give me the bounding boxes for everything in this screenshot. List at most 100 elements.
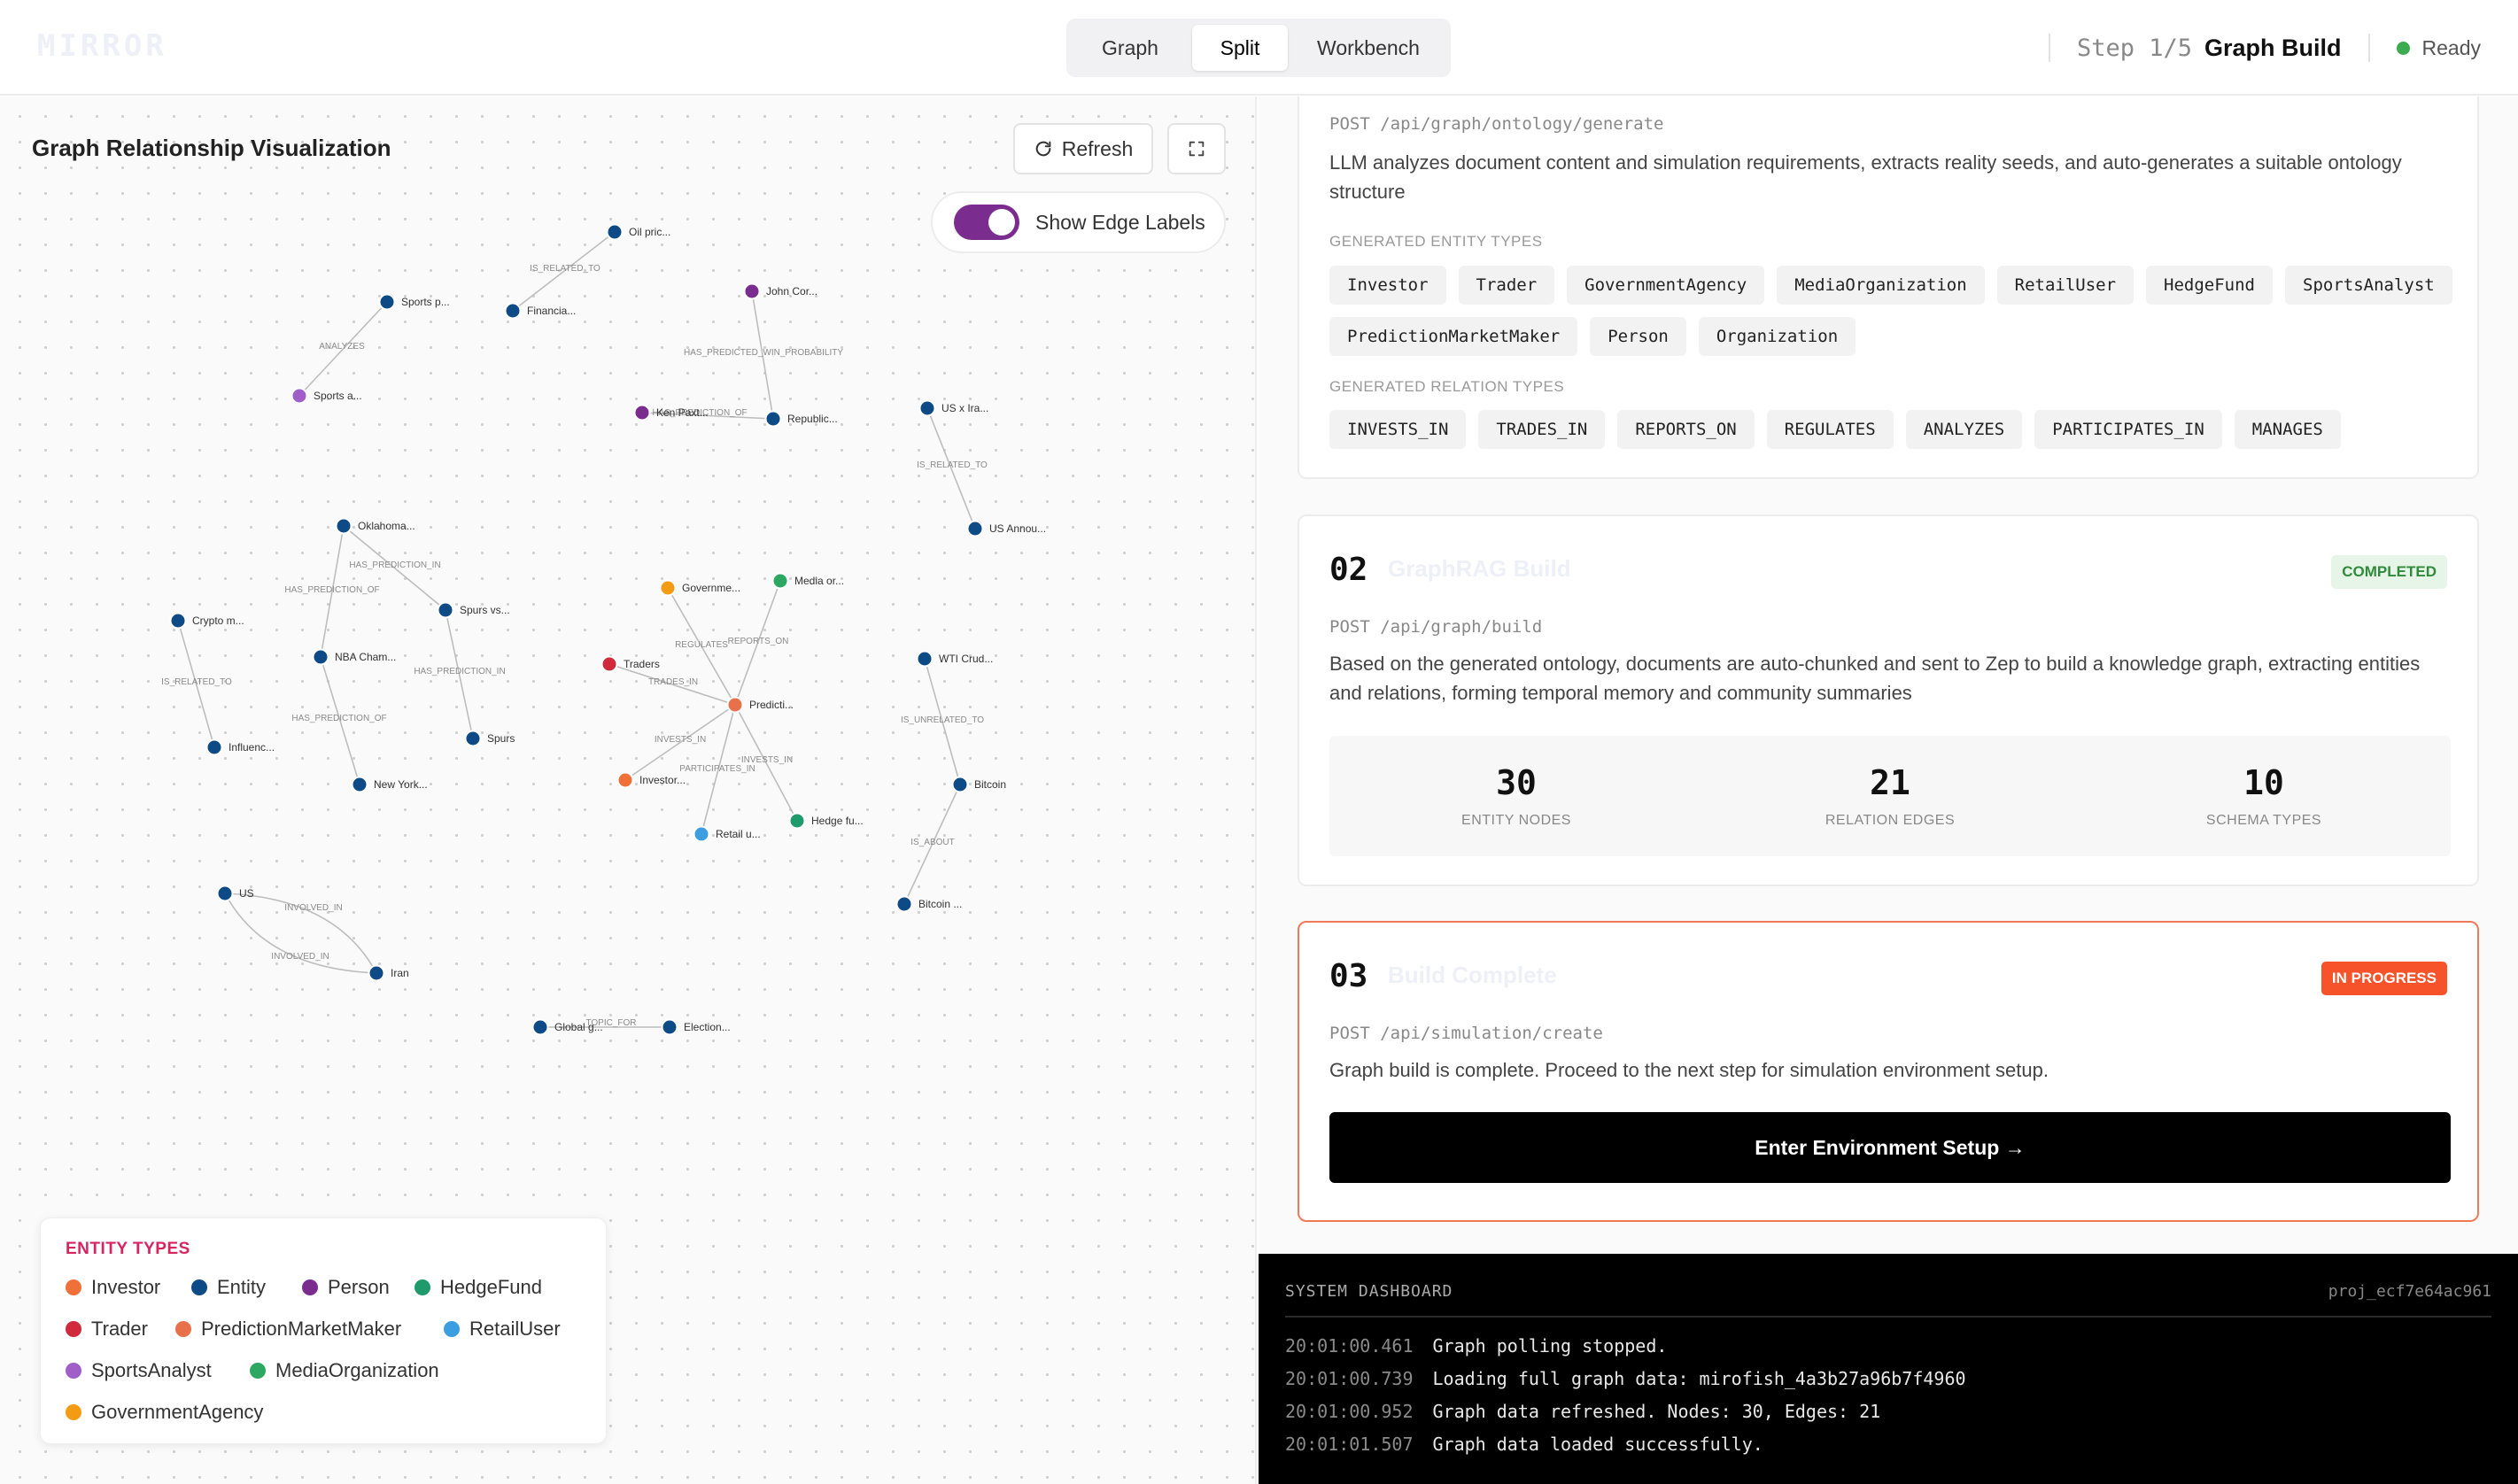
edge-label: HAS_PREDICTION_OF [291, 714, 386, 723]
legend-label: RetailUser [469, 1318, 561, 1340]
legend-label: PredictionMarketMaker [201, 1318, 402, 1340]
log-line: 20:01:01.507 Graph data loaded successful… [1285, 1434, 1763, 1455]
view-graph-button[interactable]: Graph [1073, 25, 1187, 71]
dashboard-title: SYSTEM DASHBOARD [1285, 1282, 1453, 1301]
stat-value: 21 [1870, 763, 1910, 802]
stat-value: 30 [1496, 763, 1537, 802]
system-dashboard: SYSTEM DASHBOARD proj_ecf7e64ac961 20:01… [1259, 1254, 2518, 1484]
type-tag: REGULATES [1766, 410, 1894, 449]
graph-node[interactable] [600, 655, 618, 673]
type-tag: REPORTS_ON [1617, 410, 1755, 449]
type-tag: MediaOrganization [1777, 266, 1985, 305]
expand-icon [1189, 141, 1205, 157]
api-endpoint: POST /api/graph/build [1329, 617, 1543, 637]
node-label: Spurs [487, 732, 515, 745]
refresh-button[interactable]: Refresh [1013, 123, 1153, 174]
node-label: WTI Crud... [939, 653, 993, 665]
graph-node[interactable] [464, 730, 482, 747]
toggle-switch[interactable] [954, 205, 1019, 240]
node-label: Crypto m... [192, 614, 244, 627]
type-tag: INVESTS_IN [1329, 410, 1467, 449]
graph-node[interactable] [169, 612, 187, 630]
legend-item: RetailUser [444, 1318, 561, 1341]
legend-item: HedgeFund [415, 1276, 542, 1299]
node-label: Media or... [794, 575, 844, 587]
legend-label: Trader [91, 1318, 148, 1340]
log-line: 20:01:00.952 Graph data refreshed. Nodes:… [1285, 1401, 1880, 1422]
graph-node[interactable] [743, 282, 761, 300]
relation-type-tags: INVESTS_IN TRADES_IN REPORTS_ON REGULATES AN… [1329, 410, 2454, 449]
node-label: Influenc... [229, 741, 275, 754]
legend-dot-icon [415, 1279, 430, 1295]
node-label: US Annou... [989, 522, 1046, 535]
node-label: Traders [624, 658, 660, 670]
edge-label: HAS_PREDICTION_IN [414, 667, 505, 676]
graph-node[interactable] [368, 964, 385, 982]
edge-label: IS_RELATED_TO [917, 460, 988, 470]
graph-node[interactable] [216, 885, 234, 902]
edge-label: INVOLVED_IN [284, 903, 342, 913]
graph-node[interactable] [335, 517, 353, 535]
graph-node[interactable] [633, 404, 651, 421]
type-tag: Person [1590, 317, 1686, 356]
graph-node[interactable] [606, 223, 624, 241]
node-label: Sports p... [401, 296, 450, 308]
view-split-button[interactable]: Split [1192, 25, 1288, 71]
step-title: Build Complete [1388, 962, 1557, 988]
graph-node[interactable] [788, 812, 806, 830]
step-description: LLM analyzes document content and simula… [1329, 151, 2402, 203]
node-label: US [239, 887, 254, 900]
view-switcher: Graph Split Workbench [1066, 19, 1451, 77]
log-message: Graph data refreshed. Nodes: 30, Edges: … [1432, 1401, 1881, 1422]
graph-node[interactable] [661, 1018, 678, 1036]
fullscreen-button[interactable] [1167, 123, 1226, 174]
relation-types-label: GENERATED RELATION TYPES [1329, 378, 1565, 395]
status-dot-icon [2396, 41, 2410, 55]
node-label: John Cor... [766, 285, 817, 298]
edge-label: REGULATES [675, 640, 728, 650]
node-label: New York... [374, 778, 428, 791]
graph-node[interactable] [951, 776, 969, 793]
legend-dot-icon [66, 1404, 81, 1420]
edge-label: ANALYZES [319, 342, 365, 352]
legend-dot-icon [191, 1279, 207, 1295]
view-workbench-button[interactable]: Workbench [1293, 25, 1444, 71]
graph-node[interactable] [291, 387, 308, 405]
node-label: US x Ira... [941, 402, 988, 414]
enter-environment-setup-button[interactable]: Enter Environment Setup → [1329, 1112, 2451, 1183]
type-tag: Trader [1458, 266, 1555, 305]
graph-node[interactable] [378, 293, 396, 311]
node-label: Ken Paxt... [656, 406, 709, 419]
node-label: Predicti... [749, 699, 794, 711]
graph-node[interactable] [504, 302, 522, 320]
graph-node[interactable] [966, 520, 984, 537]
node-label: Spurs vs... [460, 604, 510, 616]
graph-node[interactable] [437, 601, 454, 619]
graph-node[interactable] [771, 572, 789, 590]
legend-item: GovernmentAgency [66, 1401, 263, 1424]
graph-node[interactable] [659, 579, 677, 597]
step-card-build-complete: 03 Build Complete IN PROGRESS POST /api/… [1298, 921, 2479, 1222]
step-card-graphrag: 02 GraphRAG Build COMPLETED POST /api/gr… [1298, 514, 2479, 886]
node-label: Oklahoma... [358, 520, 415, 532]
graph-node[interactable] [895, 895, 913, 913]
step-title: GraphRAG Build [1388, 555, 1571, 582]
graph-node[interactable] [918, 399, 936, 417]
app-header: MIRROR Graph Split Workbench Step 1/5 Gr… [0, 0, 2518, 96]
type-tag: PARTICIPATES_IN [2034, 410, 2222, 449]
graph-node[interactable] [693, 825, 710, 843]
step-description: Based on the generated ontology, documen… [1329, 653, 2421, 704]
edge-labels-toggle[interactable]: Show Edge Labels [931, 191, 1226, 253]
edge-labels-label: Show Edge Labels [1035, 210, 1205, 234]
node-label: Governme... [682, 582, 740, 594]
legend-label: SportsAnalyst [91, 1359, 212, 1381]
graph-node[interactable] [205, 738, 223, 756]
graph-node[interactable] [531, 1018, 549, 1036]
graph-node[interactable] [312, 648, 329, 666]
graph-node[interactable] [351, 776, 368, 793]
graph-node[interactable] [916, 650, 934, 668]
graph-node[interactable] [616, 771, 634, 789]
graph-node[interactable] [764, 410, 782, 428]
edge-label: HAS_PREDICTED_WIN_PROBABILITY [684, 348, 843, 358]
graph-node[interactable] [726, 696, 744, 714]
